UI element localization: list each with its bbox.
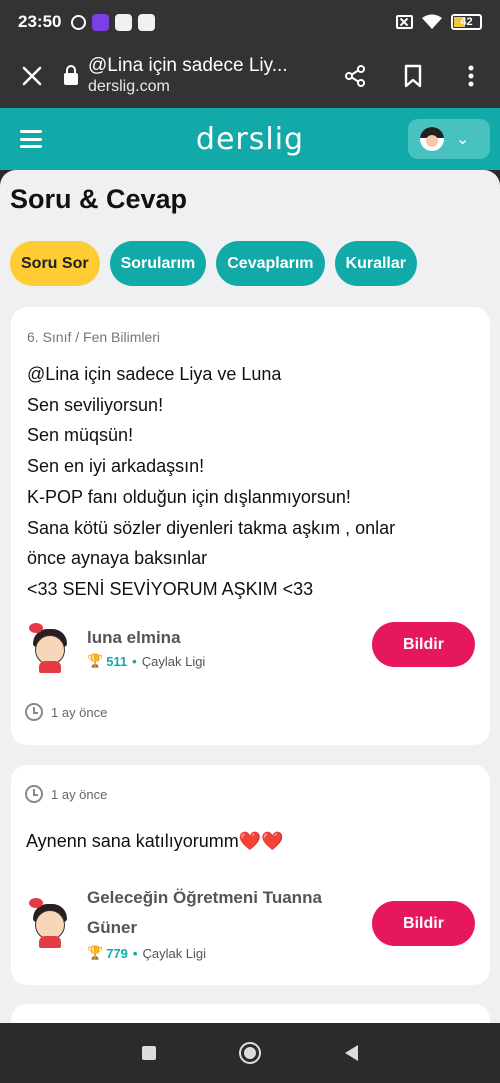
author-avatar[interactable] [25, 896, 77, 948]
separator-dot: • [132, 653, 137, 669]
answer-time: 1 ay önce [25, 785, 107, 803]
clock-icon [25, 785, 43, 803]
close-button[interactable] [0, 44, 64, 108]
question-line: Sen müqsün! [27, 425, 134, 446]
question-time: 1 ay önce [25, 703, 107, 721]
battery-icon: 42 [451, 14, 482, 30]
answer-body: Aynenn sana katılıyorumm [26, 831, 239, 851]
answer-card: 1 ay önce Aynenn sana katılıyorumm❤️❤️ G… [11, 765, 490, 985]
question-line: Sana kötü sözler diyenleri takma aşkım ,… [27, 517, 396, 538]
answer-text: Aynenn sana katılıyorumm❤️❤️ [26, 831, 284, 852]
main-content: Soru & Cevap Soru Sor Sorularım Cevaplar… [0, 170, 500, 1023]
question-text: @Lina için sadece Liya ve Luna Sen sevil… [27, 359, 477, 605]
time-text: 1 ay önce [51, 786, 108, 802]
author-league: Çaylak Ligi [141, 653, 206, 669]
app-notification-icon [138, 13, 156, 31]
question-author: luna elmina 🏆 511 • Çaylak Ligi [25, 621, 205, 673]
trophy-icon: 🏆 [87, 653, 104, 668]
question-card: 6. Sınıf / Fen Bilimleri @Lina için sade… [11, 307, 490, 745]
system-nav-bar [0, 1023, 500, 1083]
battery-level: 42 [460, 16, 473, 28]
browser-toolbar: @Lina için sadece Liy... derslig.com [0, 44, 500, 108]
author-avatar[interactable] [25, 621, 77, 673]
report-button[interactable]: Bildir [372, 622, 475, 667]
tab-cevaplarim[interactable]: Cevaplarım [216, 241, 325, 286]
author-points: 511 [106, 653, 128, 669]
url-bar[interactable]: @Lina için sadece Liy... derslig.com [64, 55, 326, 97]
system-icons: 42 [396, 14, 482, 30]
chevron-down-icon: ⌄ [456, 131, 470, 148]
question-subject[interactable]: 6. Sınıf / Fen Bilimleri [27, 329, 160, 345]
author-points: 779 [106, 945, 128, 961]
lock-icon [64, 65, 78, 85]
status-bar: 23:50 42 [0, 0, 500, 44]
wifi-icon [422, 14, 442, 29]
more-vert-icon [468, 65, 474, 87]
app-notification-icon [115, 13, 133, 31]
question-line: K-POP fanı olduğun için dışlanmıyorsun! [27, 486, 351, 507]
next-card [11, 1004, 490, 1023]
author-name[interactable]: luna elmina [87, 625, 205, 651]
heart-emoji: ❤️❤️ [238, 831, 284, 851]
share-button[interactable] [326, 44, 384, 108]
tab-soru-sor[interactable]: Soru Sor [10, 241, 100, 286]
question-line: önce aynaya baksınlar [27, 548, 208, 569]
notification-icons [71, 13, 156, 31]
author-name-line2[interactable]: Güner [87, 913, 322, 943]
question-line: <33 SENİ SEVİYORUM AŞKIM <33 [27, 578, 314, 599]
report-button[interactable]: Bildir [372, 901, 475, 946]
browser-page-title: @Lina için sadece Liy... [88, 55, 288, 76]
app-notification-icon [92, 13, 110, 31]
site-header: derslig ⌄ [0, 108, 500, 170]
back-icon[interactable] [345, 1045, 359, 1061]
tab-bar: Soru Sor Sorularım Cevaplarım Kurallar [10, 241, 417, 286]
recents-icon[interactable] [141, 1046, 156, 1060]
question-line: Sen seviliyorsun! [27, 394, 164, 415]
home-icon[interactable] [239, 1042, 262, 1064]
trophy-icon: 🏆 [87, 945, 104, 960]
clock-icon [25, 703, 43, 721]
time-text: 1 ay önce [51, 704, 108, 720]
sim-off-icon [396, 15, 413, 29]
alarm-icon [71, 14, 87, 30]
tab-sorularim[interactable]: Sorularım [109, 241, 207, 286]
tab-kurallar[interactable]: Kurallar [334, 241, 417, 286]
status-time: 23:50 [18, 12, 62, 31]
separator-dot: • [132, 945, 138, 961]
answer-author: Geleceğin Öğretmeni Tuanna Güner 🏆 779 •… [25, 883, 322, 961]
profile-menu-button[interactable]: ⌄ [408, 119, 490, 159]
author-league: Çaylak Ligi [142, 945, 207, 961]
user-avatar [420, 127, 444, 151]
share-icon [345, 65, 365, 87]
question-line: @Lina için sadece Liya ve Luna [27, 364, 282, 384]
browser-domain: derslig.com [88, 78, 170, 95]
close-icon [22, 66, 42, 86]
page-title: Soru & Cevap [10, 184, 188, 214]
more-options-button[interactable] [442, 44, 500, 108]
bookmark-button[interactable] [384, 44, 442, 108]
bookmark-icon [404, 64, 422, 88]
question-line: Sen en iyi arkadaşsın! [27, 456, 205, 477]
author-name-line1[interactable]: Geleceğin Öğretmeni Tuanna [87, 883, 322, 913]
